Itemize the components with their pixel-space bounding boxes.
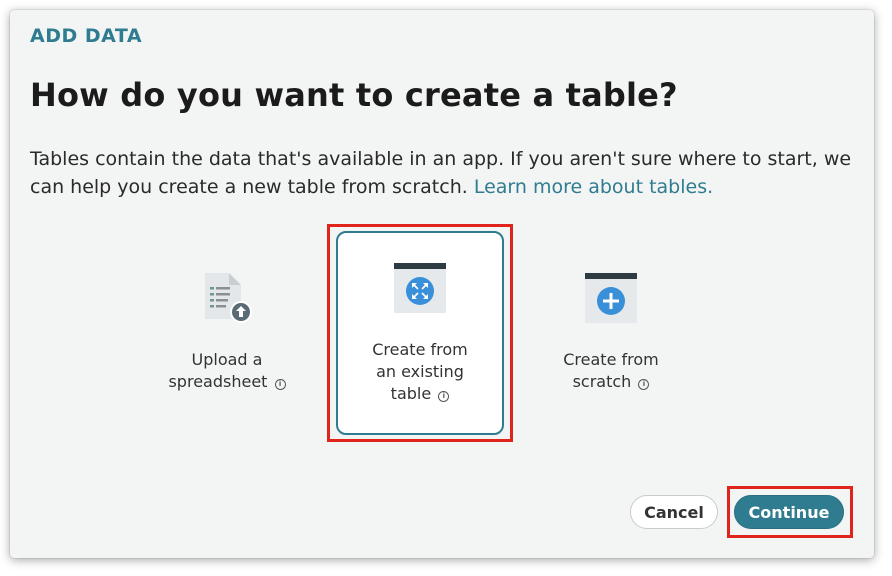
learn-more-link[interactable]: Learn more about tables. xyxy=(474,176,713,198)
dialog-title: How do you want to create a table? xyxy=(30,76,678,114)
dialog-description: Tables contain the data that's available… xyxy=(30,145,860,201)
table-from-scratch-icon xyxy=(585,273,637,323)
info-icon[interactable]: i xyxy=(274,379,286,390)
dialog-eyebrow: ADD DATA xyxy=(30,25,143,47)
table-from-existing-icon xyxy=(394,263,446,313)
option-label: Create from scratch i xyxy=(563,350,659,391)
info-icon[interactable]: i xyxy=(438,391,450,402)
info-icon[interactable]: i xyxy=(638,379,650,390)
description-text: Tables contain the data that's available… xyxy=(30,148,852,198)
option-create-from-scratch[interactable]: Create from scratch i xyxy=(526,241,696,441)
spreadsheet-upload-icon xyxy=(205,273,252,323)
option-label: Upload a spreadsheet i xyxy=(168,349,286,393)
option-create-from-existing-table[interactable]: Create from an existing table i xyxy=(336,231,504,435)
continue-button[interactable]: Continue xyxy=(734,495,844,529)
cancel-button[interactable]: Cancel xyxy=(630,495,718,529)
option-upload-spreadsheet[interactable]: Upload a spreadsheet i xyxy=(142,241,312,441)
option-label: Create from an existing table i xyxy=(372,340,468,403)
